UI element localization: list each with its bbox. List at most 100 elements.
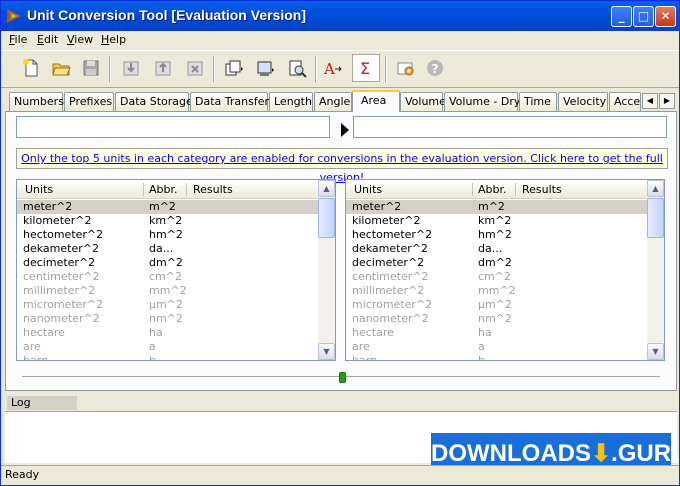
unit-row[interactable]: barn b xyxy=(346,354,648,361)
tab-scroll-left-icon[interactable]: ◀ xyxy=(642,93,658,109)
header-units[interactable]: Units xyxy=(354,183,382,196)
tab-velocity[interactable]: Velocity xyxy=(558,92,608,111)
tab-area[interactable]: Area xyxy=(352,90,400,112)
tab-prefixes[interactable]: Prefixes xyxy=(64,92,114,111)
header-units[interactable]: Units xyxy=(25,183,53,196)
menu-help[interactable]: Help xyxy=(101,33,126,46)
unit-row[interactable]: micrometer^2 µm^2 xyxy=(346,298,648,312)
settings-icon[interactable] xyxy=(394,56,418,80)
unit-row[interactable]: meter^2 m^2 xyxy=(17,200,319,214)
tab-numbers[interactable]: Numbers xyxy=(9,92,64,111)
unit-row[interactable]: dekameter^2 da... xyxy=(17,242,319,256)
save-disk-icon[interactable] xyxy=(79,56,103,80)
vertical-scrollbar[interactable]: ▲ ▼ xyxy=(647,180,664,360)
print-icon[interactable] xyxy=(253,56,277,80)
new-file-icon[interactable] xyxy=(19,56,43,80)
tab-data-transfer[interactable]: Data Transfer xyxy=(190,92,269,111)
source-units-list[interactable]: Units Abbr. Results meter^2 m^2 kilometer^… xyxy=(16,179,336,361)
area-panel: Only the top 5 units in each category ar… xyxy=(5,111,677,391)
open-folder-icon[interactable] xyxy=(49,56,73,80)
unit-row[interactable]: decimeter^2 dm^2 xyxy=(17,256,319,270)
header-divider xyxy=(186,183,187,196)
unit-name: micrometer^2 xyxy=(352,298,433,311)
unit-abbr: ha xyxy=(149,326,163,339)
unit-name: hectare xyxy=(23,326,65,339)
toolbar-separator xyxy=(213,56,215,82)
tab-data-storage[interactable]: Data Storage xyxy=(115,92,193,111)
unit-row[interactable]: hectometer^2 hm^2 xyxy=(346,228,648,242)
copy-icon[interactable] xyxy=(221,56,245,80)
unit-row[interactable]: meter^2 m^2 xyxy=(346,200,648,214)
tab-acceleration[interactable]: Accel xyxy=(609,92,641,111)
menu-view[interactable]: View xyxy=(67,33,93,46)
watermark-left: DOWNLOADS xyxy=(431,440,591,467)
scroll-down-icon[interactable]: ▼ xyxy=(318,343,335,360)
unit-row[interactable]: millimeter^2 mm^2 xyxy=(17,284,319,298)
unit-row[interactable]: kilometer^2 km^2 xyxy=(17,214,319,228)
toolbar-separator xyxy=(385,56,387,82)
unit-name: micrometer^2 xyxy=(23,298,104,311)
tab-angle[interactable]: Angle xyxy=(314,92,352,111)
splitter-slider-thumb[interactable] xyxy=(339,372,346,383)
unit-row[interactable]: millimeter^2 mm^2 xyxy=(346,284,648,298)
menu-file-label: ile xyxy=(14,33,28,46)
header-abbr[interactable]: Abbr. xyxy=(478,183,507,196)
header-results[interactable]: Results xyxy=(193,183,233,196)
scroll-thumb[interactable] xyxy=(318,198,335,238)
unit-abbr: hm^2 xyxy=(478,228,512,241)
import-icon[interactable] xyxy=(119,56,143,80)
list-header: Units Abbr. Results xyxy=(17,180,319,199)
unit-name: dekameter^2 xyxy=(352,242,428,255)
header-abbr[interactable]: Abbr. xyxy=(149,183,178,196)
font-icon[interactable]: A xyxy=(321,56,345,80)
unit-row[interactable]: are a xyxy=(346,340,648,354)
tab-time[interactable]: Time xyxy=(519,92,557,111)
close-button[interactable]: ✕ xyxy=(655,6,676,27)
unit-row[interactable]: are a xyxy=(17,340,319,354)
scroll-up-icon[interactable]: ▲ xyxy=(647,180,664,197)
menu-help-label: elp xyxy=(109,33,127,46)
scroll-down-icon[interactable]: ▼ xyxy=(647,343,664,360)
unit-abbr: mm^2 xyxy=(478,284,516,297)
unit-abbr: a xyxy=(149,340,156,353)
category-tabs: Numbers Prefixes Data Storage Data Trans… xyxy=(1,90,679,112)
unit-row[interactable]: centimeter^2 cm^2 xyxy=(346,270,648,284)
unit-row[interactable]: decimeter^2 dm^2 xyxy=(346,256,648,270)
vertical-scrollbar[interactable]: ▲ ▼ xyxy=(318,180,335,360)
source-value-input[interactable] xyxy=(16,116,330,138)
maximize-button[interactable]: □ xyxy=(633,6,654,27)
unit-row[interactable]: hectare ha xyxy=(346,326,648,340)
print-preview-icon[interactable] xyxy=(285,56,309,80)
header-results[interactable]: Results xyxy=(522,183,562,196)
unit-row[interactable]: barn b xyxy=(17,354,319,360)
tab-volume[interactable]: Volume xyxy=(400,92,446,111)
unit-name: nanometer^2 xyxy=(23,312,100,325)
tab-length[interactable]: Length xyxy=(269,92,313,111)
unit-row[interactable]: hectare ha xyxy=(17,326,319,340)
export-icon[interactable] xyxy=(151,56,175,80)
unit-row[interactable]: dekameter^2 da... xyxy=(346,242,648,256)
unit-row[interactable]: nanometer^2 nm^2 xyxy=(346,312,648,326)
target-value-input[interactable] xyxy=(353,116,667,138)
delete-icon[interactable] xyxy=(183,56,207,80)
title-bar[interactable]: Unit Conversion Tool [Evaluation Version… xyxy=(1,1,679,31)
unit-abbr: b xyxy=(478,354,485,361)
scroll-up-icon[interactable]: ▲ xyxy=(318,180,335,197)
app-window: Unit Conversion Tool [Evaluation Version… xyxy=(0,0,680,486)
sum-icon[interactable]: Σ xyxy=(352,54,380,82)
unit-row[interactable]: hectometer^2 hm^2 xyxy=(17,228,319,242)
unit-row[interactable]: micrometer^2 µm^2 xyxy=(17,298,319,312)
unit-row[interactable]: nanometer^2 nm^2 xyxy=(17,312,319,326)
unit-abbr: km^2 xyxy=(149,214,183,227)
minimize-button[interactable]: _ xyxy=(611,6,632,27)
menu-edit[interactable]: Edit xyxy=(37,33,58,46)
toolbar-separator xyxy=(315,56,317,82)
menu-file[interactable]: File xyxy=(9,33,27,46)
help-icon[interactable]: ? xyxy=(423,56,447,80)
tab-scroll-right-icon[interactable]: ▶ xyxy=(659,93,675,109)
target-units-list[interactable]: Units Abbr. Results meter^2 m^2 kilometer^… xyxy=(345,179,665,361)
tab-volume-dry[interactable]: Volume - Dry xyxy=(444,92,520,111)
unit-row[interactable]: kilometer^2 km^2 xyxy=(346,214,648,228)
unit-row[interactable]: centimeter^2 cm^2 xyxy=(17,270,319,284)
scroll-thumb[interactable] xyxy=(647,198,664,238)
